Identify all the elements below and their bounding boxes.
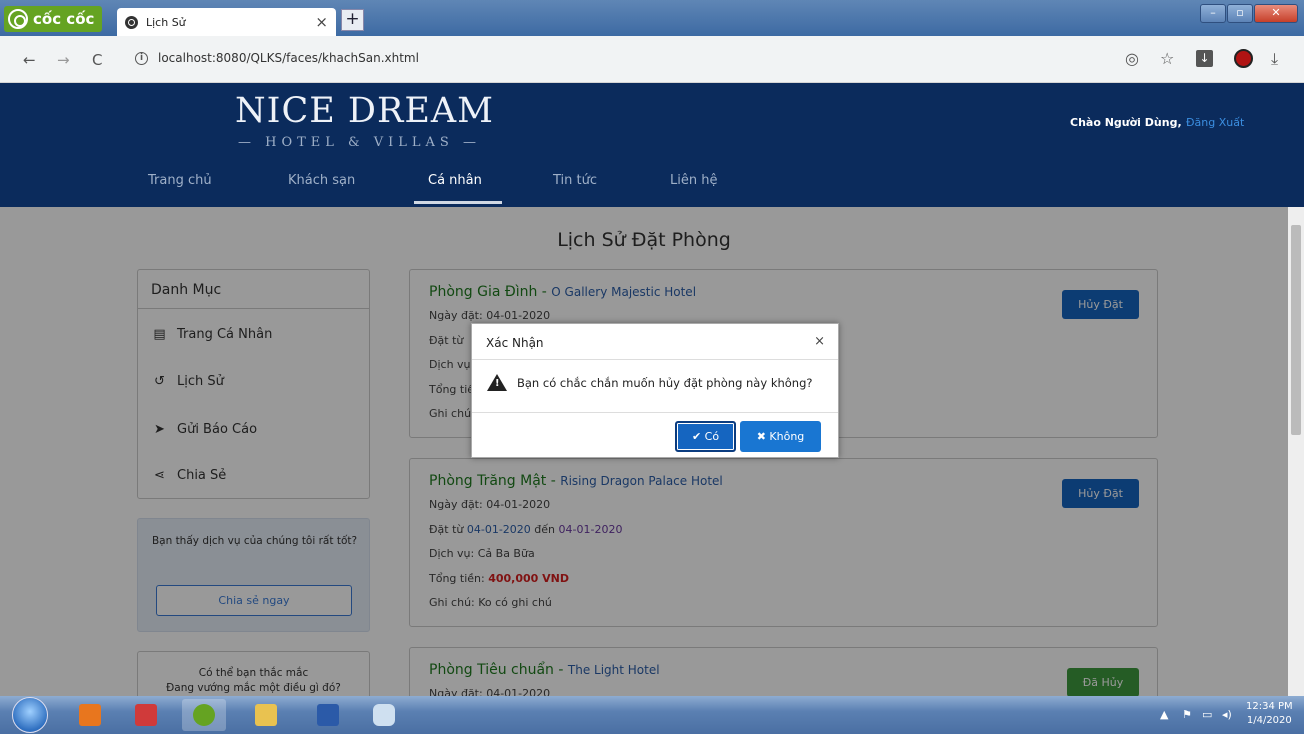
tray-network-icon[interactable]: ▭ xyxy=(1202,708,1212,721)
download-extension-icon[interactable]: ↓ xyxy=(1196,50,1213,67)
confirm-no-button[interactable]: ✖ Không xyxy=(740,421,821,452)
taskbar-network-app[interactable] xyxy=(124,699,168,731)
tab-title: Lịch Sử xyxy=(146,15,186,29)
taskbar-coccoc[interactable] xyxy=(182,699,226,731)
taskbar-explorer[interactable] xyxy=(244,699,288,731)
site-header: NICE DREAM — HOTEL & VILLAS — Chào Người… xyxy=(0,83,1304,207)
nav-active-indicator xyxy=(414,201,502,204)
dialog-footer: ✔ Có ✖ Không xyxy=(472,412,838,458)
site-logo[interactable]: NICE DREAM xyxy=(235,91,494,131)
tray-flag-icon[interactable]: ⚑ xyxy=(1182,708,1192,721)
browser-tab[interactable]: Lịch Sử × xyxy=(117,8,336,36)
tab-favicon-icon xyxy=(125,15,138,29)
scroll-thumb[interactable] xyxy=(1291,225,1301,435)
taskbar-word[interactable] xyxy=(306,699,350,731)
dialog-message: Bạn có chắc chắn muốn hủy đặt phòng này … xyxy=(517,375,813,390)
new-tab-button[interactable]: + xyxy=(341,9,364,31)
bookmark-star-icon[interactable]: ☆ xyxy=(1160,49,1174,68)
shield-icon[interactable]: ◎ xyxy=(1125,49,1139,68)
site-info-icon[interactable]: i xyxy=(135,52,148,65)
extension-icon[interactable] xyxy=(1234,49,1253,68)
dialog-message-row: ! Bạn có chắc chắn muốn hủy đặt phòng nà… xyxy=(487,374,813,391)
tray-arrow-icon[interactable]: ▲ xyxy=(1160,708,1168,721)
warning-icon: ! xyxy=(487,374,507,391)
tab-close-icon[interactable]: × xyxy=(315,13,328,31)
dialog-title: Xác Nhận xyxy=(472,324,838,360)
confirm-dialog: Xác Nhận × ! Bạn có chắc chắn muốn hủy đ… xyxy=(471,323,839,458)
browser-titlebar: cốc cốc Lịch Sử × + – ▫ ✕ xyxy=(0,0,1304,36)
nav-home[interactable]: Trang chủ xyxy=(148,173,212,188)
site-logo-subtitle: — HOTEL & VILLAS — xyxy=(238,135,481,150)
maximize-button[interactable]: ▫ xyxy=(1227,4,1253,23)
logout-link[interactable]: Đăng Xuất xyxy=(1186,116,1244,129)
nav-personal[interactable]: Cá nhân xyxy=(428,173,482,188)
browser-brand[interactable]: cốc cốc xyxy=(4,6,103,32)
forward-arrow-icon[interactable]: → xyxy=(57,51,70,69)
download-icon[interactable]: ⤓ xyxy=(1271,49,1278,69)
tray-clock[interactable]: 12:34 PM 1/4/2020 xyxy=(1246,700,1293,728)
minimize-button[interactable]: – xyxy=(1200,4,1226,23)
windows-taskbar: ▲ ⚑ ▭ ◂) 12:34 PM 1/4/2020 xyxy=(0,696,1304,734)
window-close-button[interactable]: ✕ xyxy=(1254,4,1298,23)
brand-label: cốc cốc xyxy=(33,10,95,28)
tray-volume-icon[interactable]: ◂) xyxy=(1222,708,1232,721)
reload-icon[interactable]: C xyxy=(92,51,102,69)
clock-time: 12:34 PM xyxy=(1246,701,1293,712)
confirm-yes-button[interactable]: ✔ Có xyxy=(675,421,736,452)
taskbar-app[interactable] xyxy=(362,699,406,731)
user-greeting: Chào Người Dùng, xyxy=(1070,116,1182,129)
coccoc-logo-icon xyxy=(8,9,28,29)
page-scrollbar[interactable] xyxy=(1288,207,1304,696)
back-arrow-icon[interactable]: ← xyxy=(23,51,36,69)
taskbar-media-player[interactable] xyxy=(68,699,112,731)
window-controls: – ▫ ✕ xyxy=(1199,4,1298,23)
start-button[interactable] xyxy=(12,697,48,733)
nav-contact[interactable]: Liên hệ xyxy=(670,173,717,188)
dialog-close-icon[interactable]: × xyxy=(814,334,825,349)
nav-news[interactable]: Tin tức xyxy=(553,173,597,188)
url-field[interactable]: localhost:8080/QLKS/faces/khachSan.xhtml xyxy=(158,51,419,65)
clock-date: 1/4/2020 xyxy=(1246,715,1292,726)
nav-hotels[interactable]: Khách sạn xyxy=(288,173,355,188)
